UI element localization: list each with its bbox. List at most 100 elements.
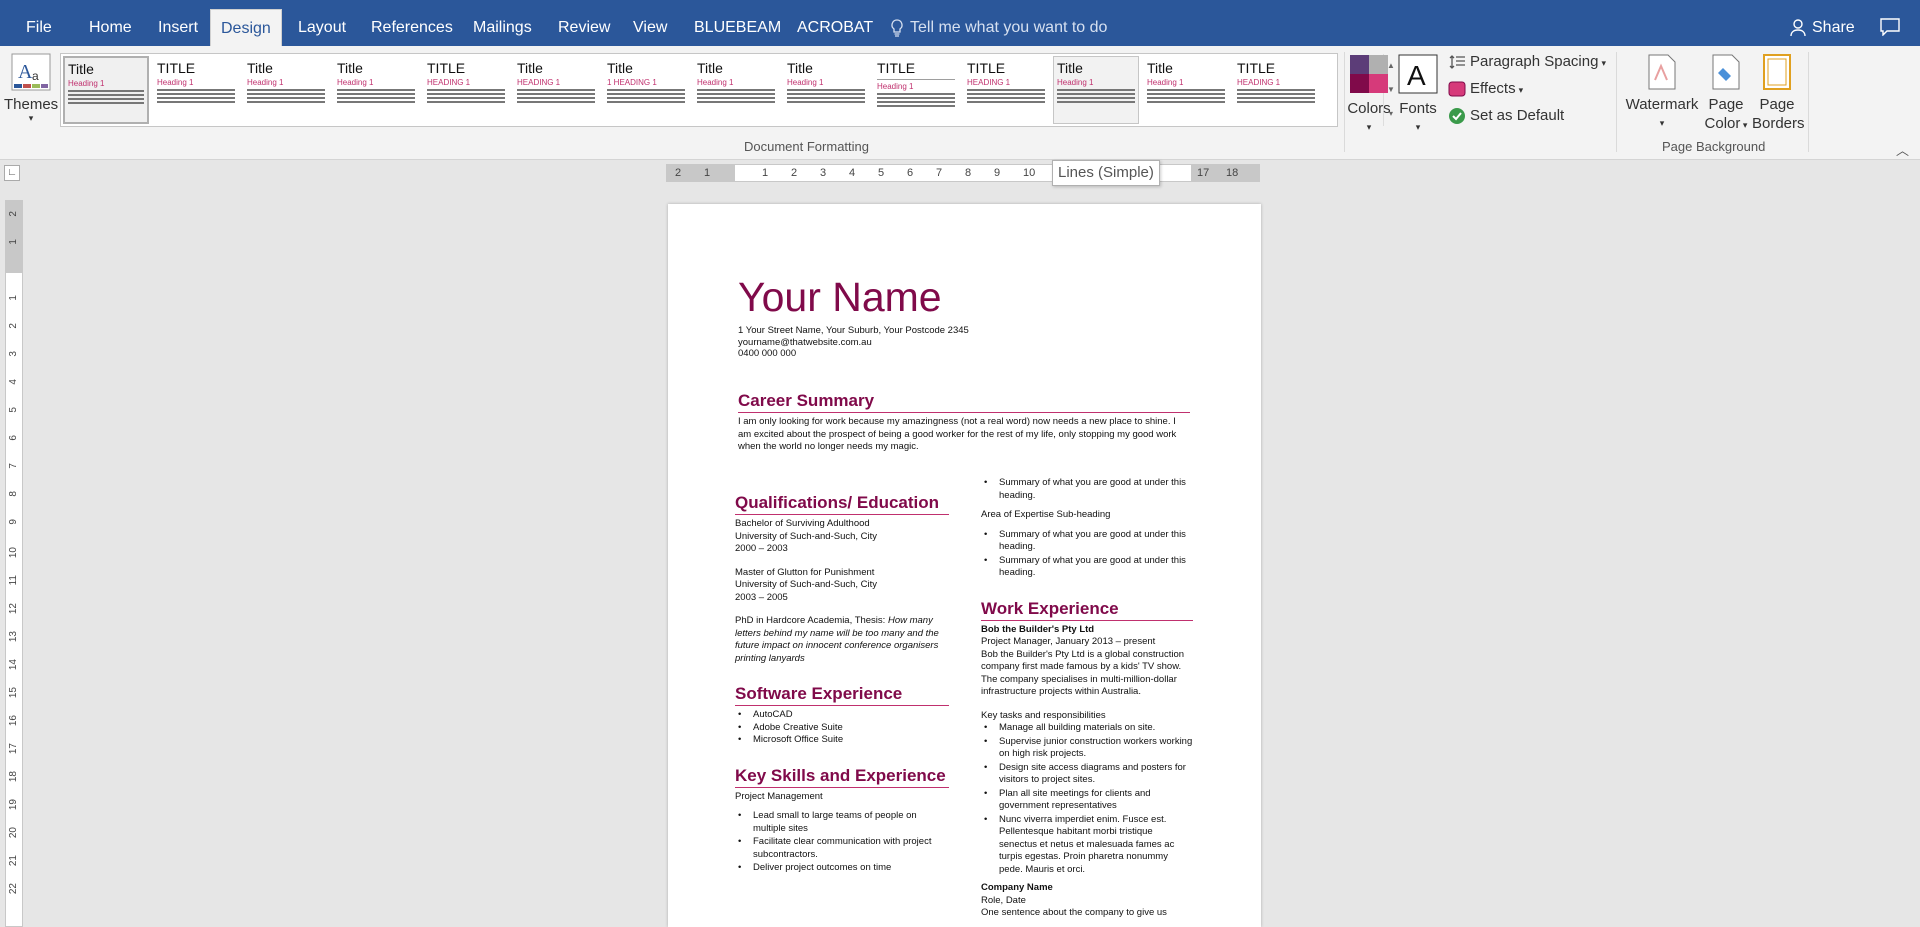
style-set-thumbnail[interactable]: Title Heading 1	[1143, 56, 1229, 124]
effects-button[interactable]: Effects ▾	[1448, 80, 1523, 97]
list-item: Design site access diagrams and posters …	[981, 762, 1193, 787]
list-item: Summary of what you are good at under th…	[981, 555, 1193, 580]
style-set-thumbnail[interactable]: TITLE HEADING 1	[423, 56, 509, 124]
contact-details[interactable]: 1 Your Street Name, Your Suburb, Your Po…	[738, 325, 969, 360]
list-item: Lead small to large teams of people on m…	[735, 810, 949, 835]
qualification-2: Master of Glutton for Punishment Univers…	[735, 567, 949, 605]
career-section[interactable]: Career Summary I am only looking for wor…	[738, 390, 1190, 454]
separator	[1616, 52, 1617, 152]
list-item: Summary of what you are good at under th…	[981, 477, 1193, 502]
themes-button[interactable]: Aa Themes ▾	[4, 52, 58, 144]
ruler-tick-label: 1	[704, 167, 711, 179]
company-1-description: Bob the Builder's Pty Ltd is a global co…	[981, 648, 1185, 698]
qual-1-dates: 2000 – 2003	[735, 543, 788, 554]
tab-selector[interactable]: ∟	[4, 165, 20, 181]
list-item: Supervise junior construction workers wo…	[981, 736, 1193, 761]
ruler-tick-label: 6	[907, 167, 914, 179]
ribbon-design: Aa Themes ▾ ▲ ▼ ▾ Title Heading 1 TITLE Hea…	[0, 46, 1920, 160]
paragraph-spacing-label: Paragraph Spacing	[1470, 53, 1599, 70]
style-set-thumbnail[interactable]: Title HEADING 1	[513, 56, 599, 124]
style-set-thumbnail[interactable]: TITLE Heading 1	[873, 56, 959, 124]
left-column[interactable]: Qualifications/ Education Bachelor of Su…	[735, 492, 949, 875]
ruler-tick-label: 2	[675, 167, 682, 179]
style-set-thumbnail[interactable]: TITLE Heading 1	[153, 56, 239, 124]
watermark-button[interactable]: Watermark ▾	[1622, 54, 1702, 133]
tab-design[interactable]: Design	[210, 9, 282, 46]
tab-acrobat[interactable]: ACROBAT	[787, 9, 883, 46]
colors-button[interactable]: Colors ▾	[1346, 54, 1392, 137]
document-page[interactable]: Your Name 1 Your Street Name, Your Subur…	[668, 204, 1261, 927]
list-item: Manage all building materials on site.	[981, 722, 1193, 735]
ruler-tick-label: 18	[8, 771, 19, 783]
style-set-title: Title	[68, 61, 94, 77]
right-column[interactable]: Summary of what you are good at under th…	[981, 477, 1193, 920]
tab-bluebeam[interactable]: BLUEBEAM	[684, 9, 791, 46]
style-set-title: TITLE	[157, 60, 196, 76]
qual-2-university: University of Such-and-Such, City	[735, 579, 878, 590]
style-set-body-lines	[607, 89, 685, 103]
style-set-thumbnail[interactable]: TITLE HEADING 1	[963, 56, 1049, 124]
qual-2-degree: Master of Glutton for Punishment	[735, 566, 875, 578]
effects-label: Effects	[1470, 80, 1516, 97]
style-set-heading: Heading 1	[1057, 78, 1094, 87]
fonts-button[interactable]: A Fonts ▾	[1396, 54, 1440, 137]
vertical-ruler[interactable]: 2 1 1 2 3 4 5 6 7 8 9 10 11 12 13 14 15 16 17 18 19 20 21 22	[5, 200, 23, 927]
page-color-button[interactable]: Page Color ▾	[1704, 54, 1748, 135]
tab-view[interactable]: View	[623, 9, 677, 46]
tab-layout[interactable]: Layout	[288, 9, 356, 46]
page-color-label-1: Page	[1708, 96, 1744, 113]
qual-2-dates: 2003 – 2005	[735, 591, 788, 603]
style-set-thumbnail[interactable]: Title 1 HEADING 1	[603, 56, 689, 124]
separator	[1344, 52, 1345, 152]
style-set-title: TITLE	[967, 60, 1006, 76]
separator	[1808, 52, 1809, 152]
qualification-3: PhD in Hardcore Academia, Thesis: How ma…	[735, 615, 949, 665]
ruler-tick-label: 2	[8, 211, 19, 217]
style-set-heading: HEADING 1	[427, 78, 471, 87]
list-item: Deliver project outcomes on time	[735, 862, 949, 875]
tab-insert[interactable]: Insert	[148, 9, 208, 46]
share-button[interactable]: Share	[1790, 9, 1855, 47]
tell-me-box[interactable]: Tell me what you want to do	[890, 9, 1107, 46]
ruler-tick-label: 5	[8, 407, 19, 413]
style-set-thumbnail[interactable]: Title Heading 1	[333, 56, 419, 124]
style-set-thumbnail[interactable]: Title Heading 1	[783, 56, 869, 124]
style-set-thumbnail[interactable]: Title Heading 1	[693, 56, 779, 124]
ruler-tick-label: 1	[762, 167, 769, 179]
style-set-thumbnail[interactable]: Title Heading 1	[1053, 56, 1139, 124]
lightbulb-icon	[891, 19, 903, 37]
tab-mailings[interactable]: Mailings	[463, 9, 542, 46]
ruler-tick-label: 12	[8, 603, 19, 615]
career-text: I am only looking for work because my am…	[738, 416, 1177, 452]
style-set-thumbnail[interactable]: Title Heading 1	[243, 56, 329, 124]
ruler-tick-label: 3	[8, 351, 19, 357]
collapse-ribbon-icon[interactable]: ︿	[1896, 140, 1909, 159]
tab-review[interactable]: Review	[548, 9, 620, 46]
ruler-tick-label: 2	[791, 167, 798, 179]
tab-file[interactable]: File	[16, 9, 62, 46]
chevron-down-icon: ▾	[1366, 122, 1372, 132]
address-line: 1 Your Street Name, Your Suburb, Your Po…	[738, 325, 969, 336]
style-set-body-lines	[1057, 89, 1135, 103]
style-set-thumbnail[interactable]: TITLE HEADING 1	[1233, 56, 1319, 124]
email-line: yourname@thatwebsite.com.au	[738, 336, 872, 348]
software-heading: Software Experience	[735, 683, 949, 706]
resume-name[interactable]: Your Name	[738, 274, 942, 321]
style-set-thumbnail[interactable]: Title Heading 1	[63, 56, 149, 124]
tab-references[interactable]: References	[361, 9, 463, 46]
ruler-tick-label: 2	[8, 323, 19, 329]
style-set-heading: 1 HEADING 1	[607, 78, 657, 87]
ruler-tick-label: 8	[965, 167, 972, 179]
tooltip: Lines (Simple)	[1052, 160, 1160, 186]
page-borders-button[interactable]: Page Borders	[1752, 54, 1805, 133]
page-color-label-2: Color ▾	[1704, 115, 1748, 132]
set-as-default-button[interactable]: Set as Default	[1448, 107, 1564, 125]
ruler-tick-label: 19	[8, 799, 19, 811]
expertise-list-2: Summary of what you are good at under th…	[981, 529, 1193, 580]
chevron-down-icon: ▾	[1601, 58, 1606, 68]
comment-icon[interactable]	[1880, 18, 1900, 36]
paragraph-spacing-button[interactable]: Paragraph Spacing ▾	[1448, 53, 1606, 70]
horizontal-ruler[interactable]: 211234567891011151718	[666, 164, 1260, 182]
tab-home[interactable]: Home	[79, 9, 142, 46]
style-set-heading: HEADING 1	[1237, 78, 1281, 87]
